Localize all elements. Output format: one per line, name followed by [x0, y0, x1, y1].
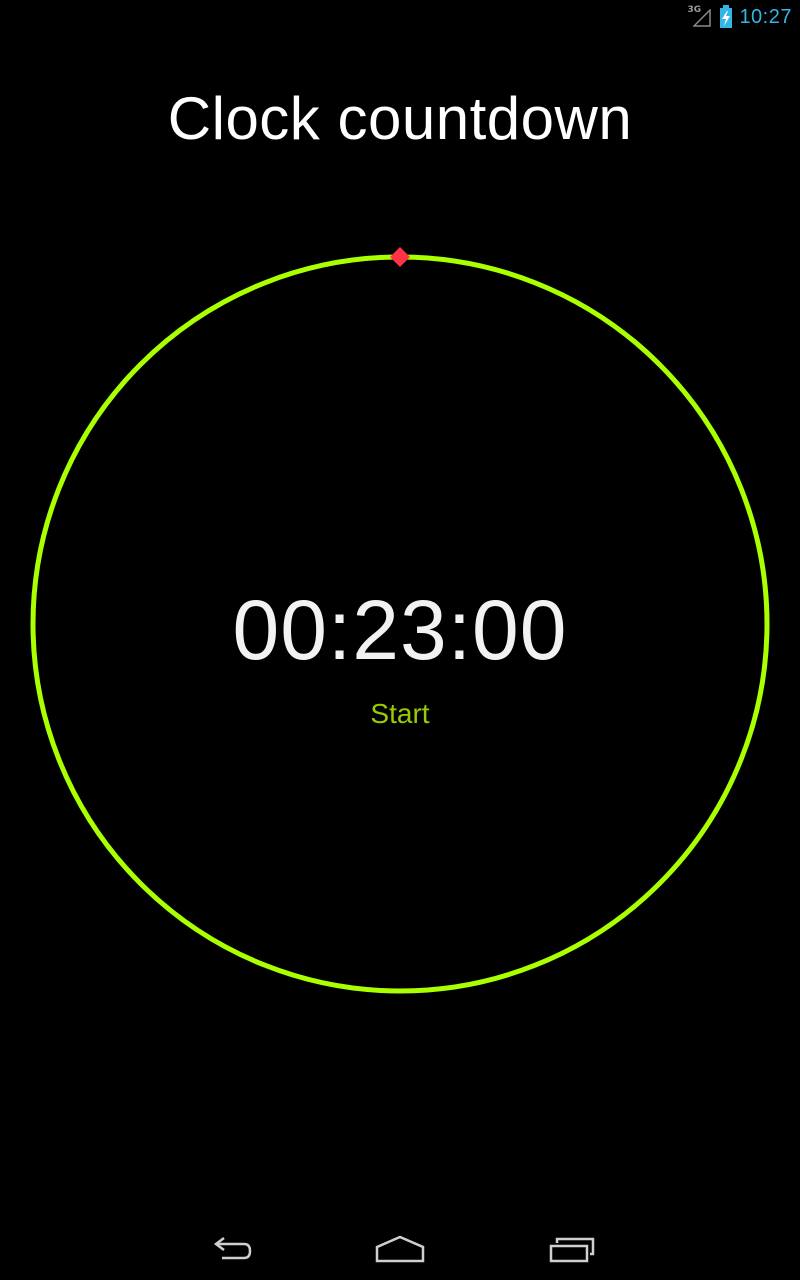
- start-button[interactable]: Start: [340, 692, 460, 736]
- status-icons: 3G 10:27: [687, 4, 792, 30]
- back-button[interactable]: [182, 1226, 278, 1274]
- home-icon: [375, 1235, 425, 1263]
- battery-charging-icon: [719, 5, 733, 29]
- back-icon: [213, 1237, 252, 1260]
- navigation-bar: [0, 1216, 800, 1280]
- recents-icon: [549, 1237, 595, 1263]
- signal-icon: 3G: [687, 5, 713, 29]
- recents-button[interactable]: [524, 1226, 620, 1274]
- home-button[interactable]: [352, 1226, 448, 1274]
- page-title: Clock countdown: [167, 85, 633, 152]
- status-bar: 3G 10:27: [0, 0, 800, 33]
- status-clock: 10:27: [739, 5, 792, 28]
- countdown-time: 00:23:00: [232, 583, 568, 677]
